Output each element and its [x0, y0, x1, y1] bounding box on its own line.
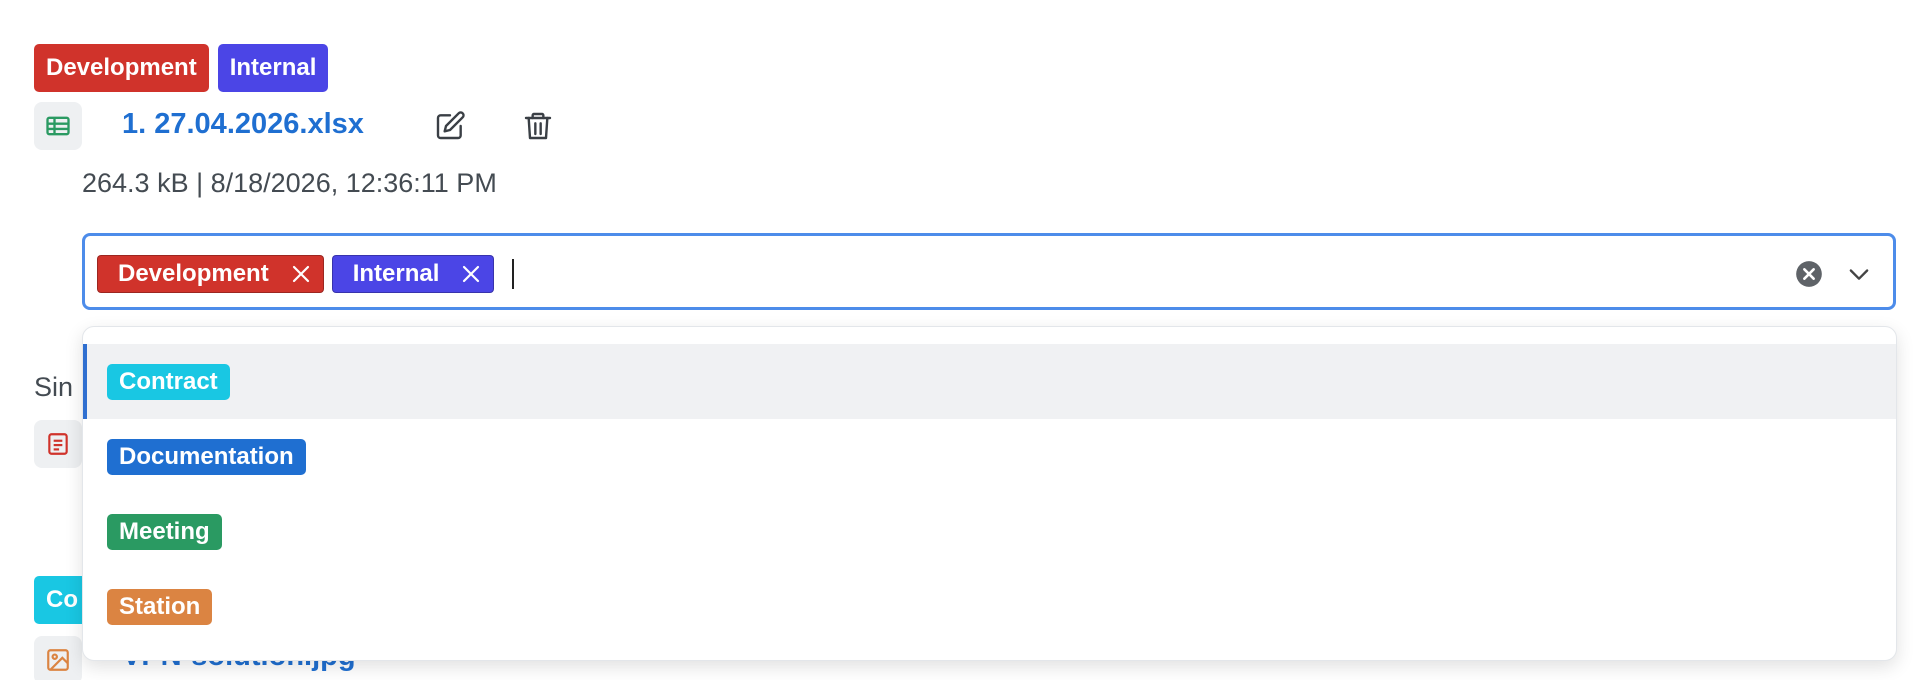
image-icon [47, 649, 69, 671]
remove-tag-button[interactable] [289, 262, 313, 286]
tag-select[interactable]: Development Internal [82, 233, 1896, 310]
edit-icon [436, 111, 465, 140]
dropdown-toggle[interactable] [1845, 260, 1873, 288]
option-station[interactable]: Station [83, 569, 1896, 644]
option-tag: Documentation [107, 438, 306, 475]
section-heading-partial: Sin [34, 372, 74, 402]
clear-button[interactable] [1795, 260, 1823, 288]
clear-circle-icon [1796, 261, 1822, 287]
selected-tag-chip: Internal [331, 255, 495, 293]
chip-label: Internal [352, 260, 440, 287]
file-meta: 264.3 kB | 8/18/2026, 12:36:11 PM [82, 168, 497, 198]
edit-button[interactable] [428, 104, 472, 148]
option-tag: Meeting [107, 513, 222, 550]
remove-tag-button[interactable] [459, 262, 483, 286]
file-name-link[interactable]: 1. 27.04.2026.xlsx [122, 108, 364, 141]
chip-label: Development [118, 260, 269, 287]
tag-options-menu: Contract Documentation Meeting Station [82, 326, 1897, 661]
file-tags: Development Internal [34, 44, 329, 92]
close-icon [463, 265, 480, 283]
spreadsheet-icon [46, 116, 70, 136]
selected-tag-chip: Development [97, 255, 324, 293]
option-documentation[interactable]: Documentation [83, 419, 1896, 494]
option-contract[interactable]: Contract [83, 344, 1896, 419]
trash-icon [524, 112, 552, 140]
option-tag: Contract [107, 363, 230, 400]
file-type-icon-box [34, 102, 82, 150]
close-icon [292, 265, 309, 283]
option-tag: Station [107, 588, 213, 625]
delete-button[interactable] [516, 104, 560, 148]
document-file-icon-box [34, 420, 82, 468]
file-row: 1. 27.04.2026.xlsx [34, 102, 634, 152]
tag-internal: Internal [217, 44, 329, 92]
document-icon [48, 433, 68, 455]
chevron-down-icon [1849, 269, 1869, 280]
selected-tags: Development Internal [97, 255, 515, 293]
text-caret[interactable] [512, 259, 515, 289]
option-meeting[interactable]: Meeting [83, 494, 1896, 569]
tag-development: Development [34, 44, 209, 92]
image-file-icon-box [34, 636, 82, 680]
